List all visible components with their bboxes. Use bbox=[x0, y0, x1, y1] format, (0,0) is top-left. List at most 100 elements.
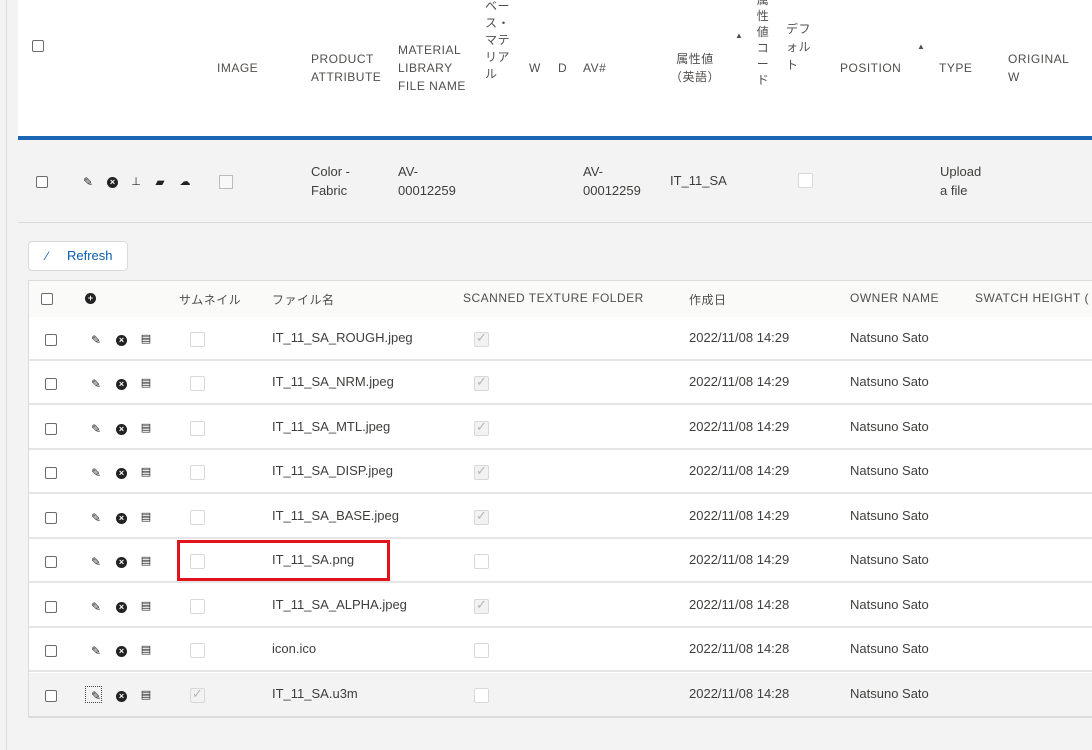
delete-icon[interactable]: × bbox=[116, 513, 127, 524]
sort-asc-icon[interactable]: ▲ bbox=[735, 31, 743, 40]
thumbnail-checkbox bbox=[190, 332, 205, 347]
delete-icon[interactable]: × bbox=[116, 335, 127, 346]
sort-asc-icon[interactable]: ▲ bbox=[917, 42, 925, 51]
file-name-link[interactable]: IT_11_SA_ROUGH.jpeg bbox=[272, 330, 413, 345]
col-product-attribute[interactable]: PRODUCT ATTRIBUTE bbox=[311, 0, 381, 136]
col-w[interactable]: W bbox=[529, 0, 541, 136]
archive-icon[interactable]: ▤ bbox=[139, 510, 153, 524]
row-checkbox[interactable] bbox=[45, 467, 57, 479]
file-name-link[interactable]: IT_11_SA_ALPHA.jpeg bbox=[272, 597, 407, 612]
add-icon[interactable]: + bbox=[85, 293, 96, 304]
material-record-row: ✎ × ⊥ ▰ ☁ Color - Fabric AV- 00012259 AV… bbox=[18, 140, 1092, 223]
col-swatch-height[interactable]: SWATCH HEIGHT ( bbox=[975, 291, 1089, 305]
edit-icon[interactable]: ✎ bbox=[89, 377, 103, 391]
archive-icon[interactable]: ▤ bbox=[139, 376, 153, 390]
delete-icon[interactable]: × bbox=[116, 602, 127, 613]
col-base-material[interactable]: ベー ス・ マテ リア ル bbox=[485, 0, 510, 83]
table-row: ✎ × ▤ IT_11_SA_ALPHA.jpeg 2022/11/08 14:28 Na… bbox=[29, 584, 1092, 628]
owner-name: Natsuno Sato bbox=[850, 641, 929, 656]
magic-wand-icon: ⁄ bbox=[46, 249, 49, 263]
file-name-link[interactable]: icon.ico bbox=[272, 641, 316, 656]
cloud-upload-icon[interactable]: ☁ bbox=[178, 175, 192, 189]
scanned-texture-checkbox bbox=[474, 597, 489, 614]
delete-icon[interactable]: × bbox=[116, 557, 127, 568]
delete-icon[interactable]: × bbox=[107, 177, 118, 188]
file-name-link[interactable]: IT_11_SA_MTL.jpeg bbox=[272, 419, 390, 434]
col-type[interactable]: TYPE bbox=[939, 0, 972, 136]
owner-name: Natsuno Sato bbox=[850, 330, 929, 345]
owner-name: Natsuno Sato bbox=[850, 686, 929, 701]
created-date: 2022/11/08 14:29 bbox=[689, 330, 790, 345]
table-row: ✎ × ▤ IT_11_SA_DISP.jpeg 2022/11/08 14:29 Nat… bbox=[29, 450, 1092, 494]
delete-icon[interactable]: × bbox=[116, 379, 127, 390]
archive-icon[interactable]: ▤ bbox=[139, 421, 153, 435]
archive-icon[interactable]: ▤ bbox=[139, 688, 153, 702]
delete-icon[interactable]: × bbox=[116, 468, 127, 479]
col-filename[interactable]: ファイル名 bbox=[272, 291, 335, 308]
col-scanned-texture-folder[interactable]: SCANNED TEXTURE FOLDER bbox=[463, 291, 644, 305]
file-name-link[interactable]: IT_11_SA.u3m bbox=[272, 686, 358, 701]
row-checkbox[interactable] bbox=[45, 601, 57, 613]
material-file-name: AV- 00012259 bbox=[398, 164, 456, 198]
edit-icon[interactable]: ✎ bbox=[89, 555, 103, 569]
col-thumbnail[interactable]: サムネイル bbox=[179, 291, 241, 308]
file-name-link[interactable]: IT_11_SA_DISP.jpeg bbox=[272, 463, 393, 478]
row-checkbox[interactable] bbox=[45, 423, 57, 435]
col-default[interactable]: デフ ォル ト bbox=[786, 20, 811, 74]
folder-icon[interactable]: ▰ bbox=[153, 175, 167, 189]
scanned-texture-checkbox bbox=[474, 463, 489, 480]
hierarchy-icon[interactable]: ⊥ bbox=[129, 175, 143, 189]
scanned-texture-checkbox bbox=[474, 643, 489, 658]
archive-icon[interactable]: ▤ bbox=[139, 332, 153, 346]
file-name-link[interactable]: IT_11_SA_BASE.jpeg bbox=[272, 508, 399, 523]
delete-icon[interactable]: × bbox=[116, 646, 127, 657]
archive-icon[interactable]: ▤ bbox=[139, 465, 153, 479]
file-name-link[interactable]: IT_11_SA_NRM.jpeg bbox=[272, 374, 394, 389]
created-date: 2022/11/08 14:29 bbox=[689, 552, 790, 567]
select-all-files-checkbox[interactable] bbox=[41, 293, 53, 305]
edit-icon[interactable]: ✎ bbox=[89, 466, 103, 480]
edit-icon[interactable]: ✎ bbox=[89, 511, 103, 525]
thumbnail-checkbox bbox=[190, 643, 205, 658]
edit-icon[interactable]: ✎ bbox=[89, 333, 103, 347]
col-created-date[interactable]: 作成日 bbox=[689, 291, 727, 308]
thumbnail-checkbox bbox=[190, 686, 205, 703]
edit-icon[interactable]: ✎ bbox=[89, 689, 103, 703]
row-checkbox[interactable] bbox=[45, 378, 57, 390]
created-date: 2022/11/08 14:29 bbox=[689, 463, 790, 478]
scanned-texture-checkbox bbox=[474, 688, 489, 703]
row-checkbox[interactable] bbox=[45, 690, 57, 702]
col-material-file-name[interactable]: MATERIAL LIBRARY FILE NAME bbox=[398, 0, 466, 136]
edit-icon[interactable]: ✎ bbox=[89, 600, 103, 614]
delete-icon[interactable]: × bbox=[116, 691, 127, 702]
col-attr-value-code[interactable]: 属 性 値 コ ー ド bbox=[755, 0, 771, 88]
material-table-header: IMAGE PRODUCT ATTRIBUTE MATERIAL LIBRARY FI… bbox=[18, 0, 1092, 140]
col-image[interactable]: IMAGE bbox=[217, 0, 258, 136]
col-d[interactable]: D bbox=[558, 0, 567, 136]
created-date: 2022/11/08 14:28 bbox=[689, 597, 790, 612]
archive-icon[interactable]: ▤ bbox=[139, 643, 153, 657]
highlight-box bbox=[177, 540, 390, 581]
col-owner-name[interactable]: OWNER NAME bbox=[850, 291, 939, 305]
row-checkbox[interactable] bbox=[45, 512, 57, 524]
row-checkbox[interactable] bbox=[45, 334, 57, 346]
thumbnail-checkbox bbox=[190, 510, 205, 525]
archive-icon[interactable]: ▤ bbox=[139, 554, 153, 568]
row-checkbox[interactable] bbox=[36, 176, 48, 188]
col-attr-value-en[interactable]: 属性値 （英語） bbox=[670, 0, 720, 136]
edit-icon[interactable]: ✎ bbox=[89, 422, 103, 436]
delete-icon[interactable]: × bbox=[116, 424, 127, 435]
scanned-texture-checkbox bbox=[474, 508, 489, 525]
col-position[interactable]: POSITION bbox=[840, 0, 901, 136]
col-av-number[interactable]: AV# bbox=[583, 0, 606, 136]
archive-icon[interactable]: ▤ bbox=[139, 599, 153, 613]
row-checkbox[interactable] bbox=[45, 556, 57, 568]
col-original[interactable]: ORIGINAL W bbox=[1008, 0, 1069, 136]
edit-icon[interactable]: ✎ bbox=[81, 175, 95, 189]
edit-icon[interactable]: ✎ bbox=[89, 644, 103, 658]
attr-value-link[interactable]: IT_11_SA bbox=[670, 171, 727, 190]
product-attribute-link[interactable]: Color - Fabric bbox=[311, 162, 350, 200]
select-all-checkbox[interactable] bbox=[32, 40, 44, 52]
refresh-button[interactable]: ⁄ Refresh bbox=[28, 241, 128, 271]
row-checkbox[interactable] bbox=[45, 645, 57, 657]
